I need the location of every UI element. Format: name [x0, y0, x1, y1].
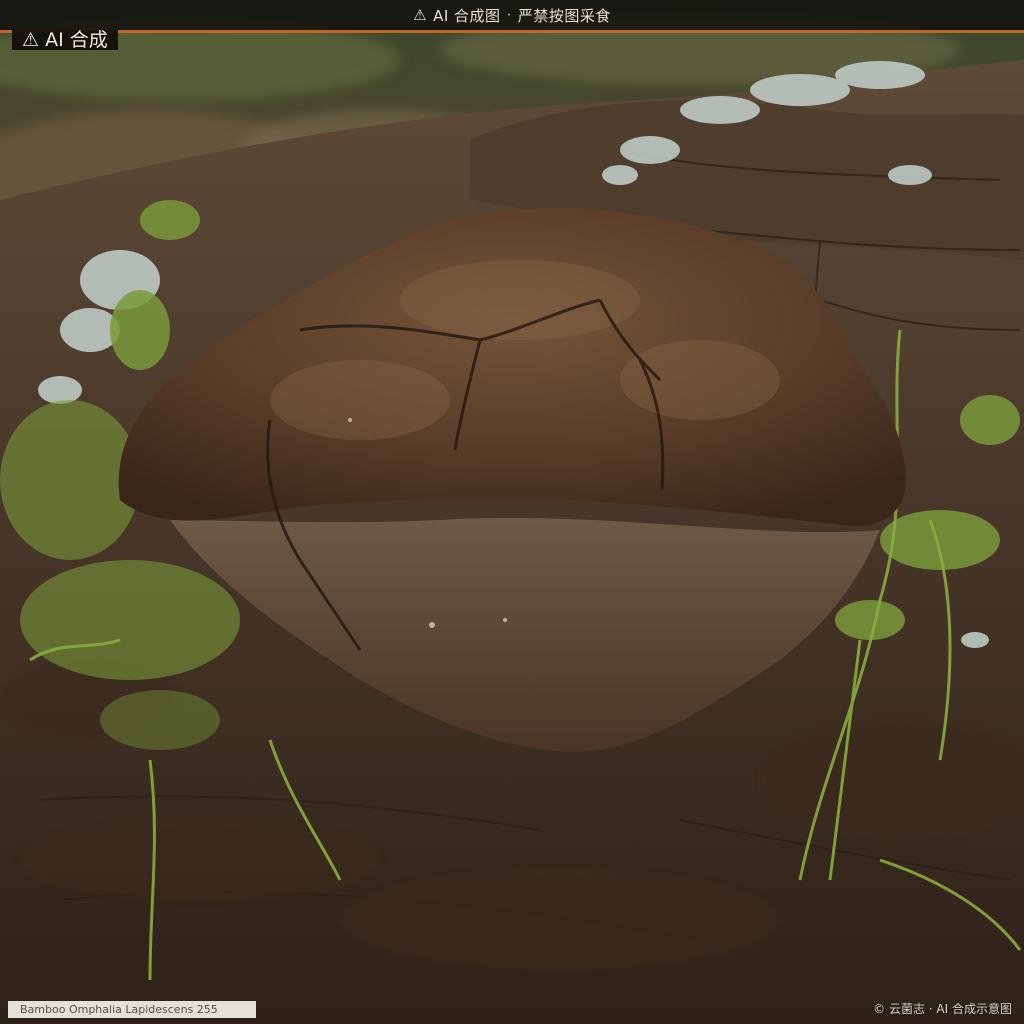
warning-icon: ⚠ — [413, 6, 428, 24]
fungus-photo — [0, 0, 1024, 1024]
banner-separator: · — [506, 6, 512, 24]
ai-warning-banner: ⚠ AI 合成图 · 严禁按图采食 — [0, 0, 1024, 33]
photo-viewer: ⚠ AI 合成图 · 严禁按图采食 ⚠ AI 合成 Bamboo Omphali… — [0, 0, 1024, 1024]
corner-tag-label: AI 合成 — [45, 30, 108, 50]
banner-warning: 严禁按图采食 — [517, 6, 611, 25]
warning-icon: ⚠ — [22, 30, 40, 50]
banner-label: AI 合成图 — [433, 6, 501, 25]
watermark-credit: © 云菌志 · AI 合成示意图 — [873, 1002, 1012, 1016]
photo-caption: Bamboo Omphalia Lapidescens 255 — [8, 1001, 256, 1018]
ai-corner-tag: ⚠ AI 合成 — [12, 30, 118, 50]
